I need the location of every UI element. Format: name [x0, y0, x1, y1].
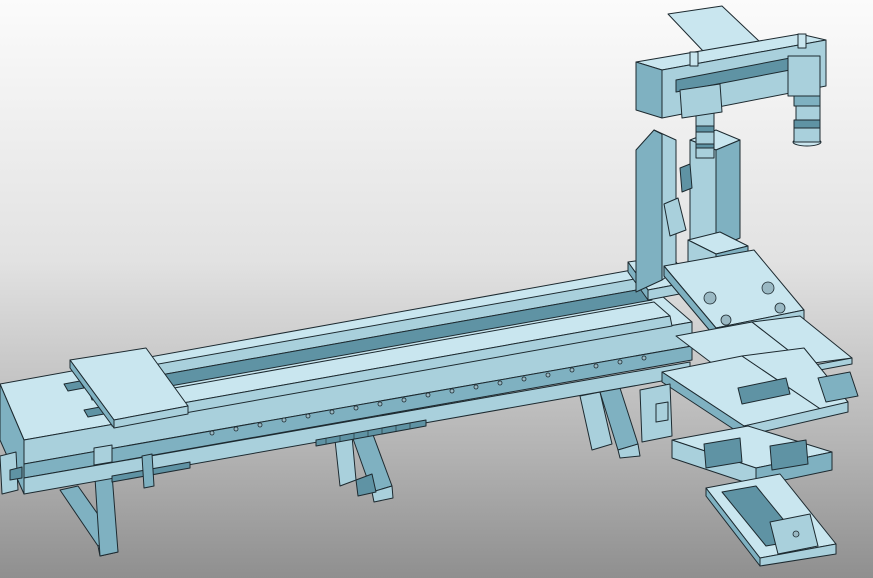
linear-stage-assembly-model[interactable]	[0, 0, 873, 578]
right-support-leg	[579, 387, 641, 459]
cad-viewport[interactable]	[0, 0, 873, 578]
rotary-base	[671, 425, 833, 487]
middle-support-leg	[334, 431, 394, 503]
linear-module	[705, 473, 837, 567]
